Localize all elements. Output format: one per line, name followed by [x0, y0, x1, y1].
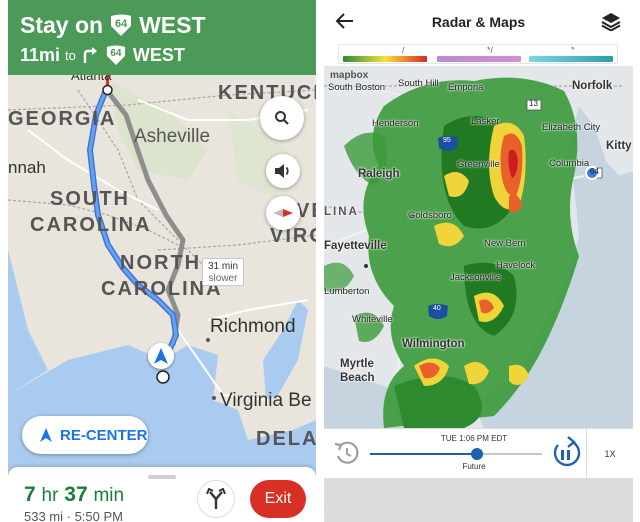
place-greenville: Greenville: [457, 159, 500, 170]
turn-right-icon: [81, 46, 99, 64]
search-button[interactable]: [260, 96, 304, 140]
drag-handle[interactable]: [148, 475, 176, 479]
place-wilmington: Wilmington: [402, 338, 465, 350]
place-south-boston: South Boston: [328, 82, 386, 93]
radar-footer-area: [324, 478, 633, 522]
alternate-route-delay-badge[interactable]: 31 min slower: [202, 258, 244, 286]
next-route-shield-icon: 64: [105, 45, 127, 65]
navigation-arrow-icon: [40, 428, 52, 442]
place-henderson: Henderson: [372, 118, 419, 129]
layers-icon[interactable]: [601, 11, 621, 31]
distance-text: 11mi: [20, 44, 61, 65]
timeline-progress: [370, 453, 477, 455]
instruction-text: Stay on: [20, 11, 104, 38]
trip-summary-sheet[interactable]: 7 hr 37 min 533 mi · 5:50 PM Exit: [8, 467, 316, 522]
place-norfolk: Norfolk: [572, 80, 613, 92]
place-kitty-hawk: Kitty Ha: [606, 140, 633, 152]
timeline-slider[interactable]: [370, 453, 542, 455]
place-emporia: Emporia: [448, 82, 484, 93]
place-raleigh: Raleigh: [358, 168, 400, 180]
place-columbia: Columbia: [549, 158, 590, 169]
radar-header: Radar & Maps: [324, 0, 633, 42]
compass-icon: [273, 209, 293, 217]
replay-icon[interactable]: [332, 438, 362, 468]
map-label-richmond: Richmond: [210, 316, 296, 337]
rain-legend-bar: [343, 56, 427, 62]
map-label-savannah: nnah: [8, 158, 46, 177]
delay-time: 31 min: [207, 261, 238, 272]
map-label-south-carolina-line1: SOUTH: [50, 188, 130, 210]
mapbox-attribution: mapbox: [330, 70, 369, 81]
place-myrtle-beach-line2: Beach: [340, 372, 375, 384]
place-south-hill: South Hill: [398, 78, 439, 89]
pause-icon[interactable]: [550, 436, 582, 470]
radar-playback-controls: TUE 1:06 PM EDT Future 1X: [324, 428, 633, 479]
route-64-label: 64: [590, 167, 599, 176]
map-label-virginia-beach: Virginia Be: [220, 390, 312, 411]
mix-icon: */: [487, 45, 494, 55]
mix-legend-bar: [437, 56, 521, 62]
map-label-north-carolina-line1: NORTH: [120, 252, 202, 274]
playback-speed-button[interactable]: 1X: [586, 429, 633, 479]
place-goldsboro: Goldsboro: [408, 210, 452, 221]
route-shield-icon: 64: [109, 14, 133, 36]
place-lasker: Lasker: [471, 116, 500, 127]
exit-navigation-button[interactable]: Exit: [250, 480, 306, 518]
place-lumberton: Lumberton: [324, 286, 370, 297]
radar-map[interactable]: mapbox South Boston South Hill Emporia N…: [324, 66, 633, 428]
interstate-40-label: 40: [433, 305, 441, 312]
timeline-thumb[interactable]: [470, 448, 483, 460]
place-lina-label: LINA: [324, 206, 359, 218]
place-myrtle-beach-line1: Myrtle: [340, 358, 374, 370]
eta-details: 533 mi · 5:50 PM: [24, 509, 123, 522]
next-direction-text: WEST: [132, 44, 185, 65]
recenter-label: RE-CENTER: [60, 426, 148, 444]
volume-icon: [275, 164, 289, 178]
place-havelock: Havelock: [496, 260, 536, 271]
place-jacksonville: Jacksonville: [450, 272, 502, 283]
delay-note: slower: [208, 273, 238, 284]
rain-icon: /: [402, 45, 405, 55]
direction-banner[interactable]: Stay on 64 WEST 11mi to 64 WEST: [8, 0, 316, 75]
timeline-mode-label: Future: [462, 462, 486, 471]
place-new-bern: New Bern: [484, 238, 526, 249]
route-fork-icon: [206, 488, 226, 509]
navigation-panel: Atlanta KENTUCK GEORGIA Asheville nnah S…: [8, 0, 316, 522]
map-label-delaware: DELA: [256, 428, 316, 450]
radar-panel: Radar & Maps / */ * mapbox South Boston …: [324, 0, 633, 522]
direction-text: WEST: [139, 11, 206, 38]
snow-legend-bar: [529, 56, 613, 62]
recenter-button[interactable]: RE-CENTER: [22, 416, 148, 454]
place-elizabeth-city: Elizabeth City: [542, 122, 601, 133]
to-text: to: [65, 47, 76, 63]
current-location-arrow-icon: [148, 343, 174, 369]
interstate-95-label: 95: [443, 137, 451, 144]
route-13-label: 13: [529, 99, 538, 108]
map-label-asheville: Asheville: [134, 126, 211, 147]
map-label-georgia: GEORGIA: [8, 108, 117, 130]
place-fayetteville: Fayetteville: [324, 240, 387, 252]
timeline-timestamp: TUE 1:06 PM EDT: [440, 434, 508, 443]
alternate-routes-button[interactable]: [197, 480, 235, 518]
radar-title: Radar & Maps: [431, 14, 526, 30]
snow-icon: *: [571, 45, 575, 55]
sound-button[interactable]: [266, 154, 300, 188]
compass-button[interactable]: [266, 196, 300, 230]
eta-duration: 7 hr 37 min: [24, 483, 125, 506]
precipitation-legend: / */ *: [338, 44, 618, 64]
place-whiteville: Whiteville: [352, 314, 393, 325]
search-icon: [275, 111, 289, 125]
map-label-south-carolina-line2: CAROLINA: [30, 214, 152, 236]
